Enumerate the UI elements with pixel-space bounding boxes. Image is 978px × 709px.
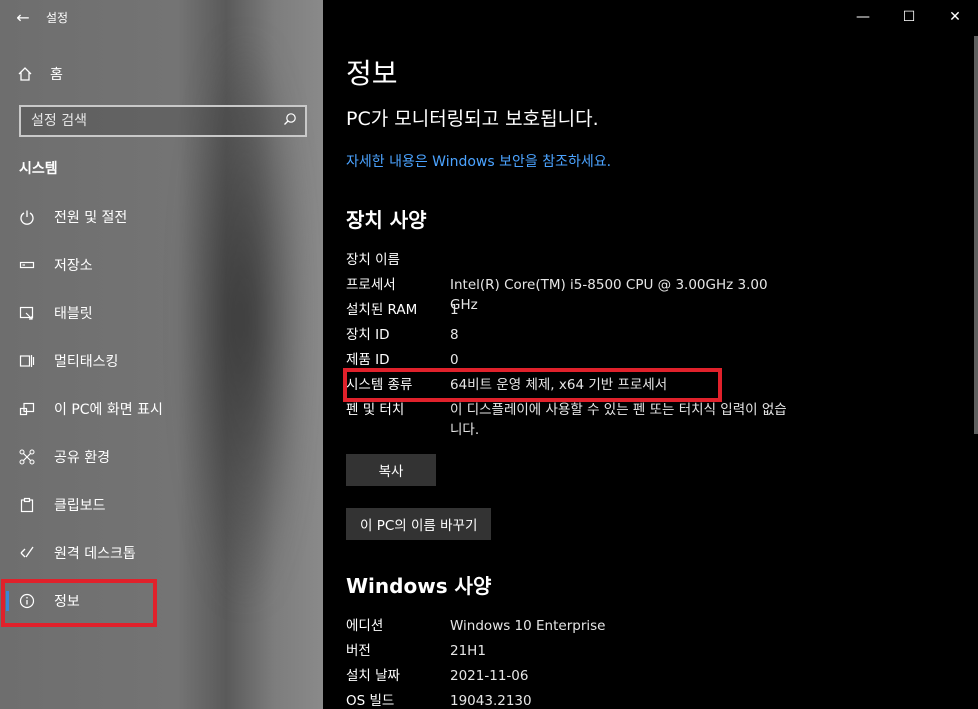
security-link[interactable]: 자세한 내용은 Windows 보안을 참조하세요.: [346, 151, 611, 171]
spec-label: 제품 ID: [346, 352, 390, 368]
spec-label: OS 빌드: [346, 693, 395, 709]
remote-desktop-icon: [0, 545, 54, 561]
sidebar-item-home[interactable]: 홈: [0, 56, 323, 92]
spec-row-install-date: 설치 날짜 2021-11-06: [346, 666, 946, 686]
spec-row-ram: 설치된 RAM 1: [346, 300, 946, 320]
spec-label: 설치 날짜: [346, 668, 400, 684]
protection-status: PC가 모니터링되고 보호됩니다.: [346, 108, 599, 130]
app-title: 설정: [46, 10, 69, 25]
sidebar-item-remote-desktop[interactable]: 원격 데스크톱: [0, 529, 323, 577]
rename-pc-button[interactable]: 이 PC의 이름 바꾸기: [346, 508, 492, 540]
spec-row-os-build: OS 빌드 19043.2130: [346, 691, 946, 709]
sidebar-item-label: 저장소: [54, 258, 93, 274]
spec-label: 펜 및 터치: [346, 402, 405, 418]
spec-row-pen-touch: 펜 및 터치 이 디스플레이에 사용할 수 있는 펜 또는 터치식 입력이 없습…: [346, 400, 946, 440]
windows-specs-header: Windows 사양: [346, 574, 492, 598]
sidebar-item-label: 전원 및 절전: [54, 210, 128, 226]
back-button[interactable]: ←: [0, 0, 46, 34]
sidebar-item-label: 멀티태스킹: [54, 354, 119, 370]
tablet-icon: [0, 305, 54, 321]
arrow-left-icon: ←: [16, 7, 30, 27]
spec-value: 8: [450, 327, 459, 343]
shared-experiences-icon: [0, 449, 54, 465]
page-title: 정보: [346, 57, 398, 90]
sidebar: ← 설정 홈 시스템 전원 및 절전 저장소: [0, 0, 323, 709]
copy-button[interactable]: 복사: [346, 454, 436, 486]
spec-row-device-id: 장치 ID 8: [346, 325, 946, 345]
spec-value: 21H1: [450, 643, 486, 659]
close-icon: ✕: [949, 9, 961, 25]
power-icon: [0, 209, 54, 225]
multitasking-icon: [0, 353, 54, 369]
clipboard-icon: [0, 497, 54, 513]
spec-row-product-id: 제품 ID 0: [346, 350, 946, 370]
spec-label: 버전: [346, 643, 371, 659]
storage-icon: [0, 257, 54, 273]
sidebar-item-power[interactable]: 전원 및 절전: [0, 193, 323, 241]
sidebar-nav-list: 전원 및 절전 저장소 태블릿 멀티태스킹 이 PC에 화면 표시 공유 환경 …: [0, 193, 323, 625]
spec-label: 장치 ID: [346, 327, 390, 343]
spec-value: 0: [450, 352, 459, 368]
sidebar-item-shared-experiences[interactable]: 공유 환경: [0, 433, 323, 481]
sidebar-item-tablet[interactable]: 태블릿: [0, 289, 323, 337]
home-icon: [0, 66, 50, 82]
maximize-button[interactable]: ☐: [886, 0, 932, 34]
highlight-box-about: [1, 579, 157, 627]
highlight-box-system-type: [343, 368, 722, 402]
search-icon[interactable]: [283, 112, 297, 130]
spec-value: 1: [450, 302, 459, 318]
sidebar-item-multitasking[interactable]: 멀티태스킹: [0, 337, 323, 385]
spec-row-edition: 에디션 Windows 10 Enterprise: [346, 616, 946, 636]
sidebar-item-project[interactable]: 이 PC에 화면 표시: [0, 385, 323, 433]
sidebar-item-label: 원격 데스크톱: [54, 546, 136, 562]
main-content: 정보 PC가 모니터링되고 보호됩니다. 자세한 내용은 Windows 보안을…: [323, 0, 978, 709]
sidebar-item-clipboard[interactable]: 클립보드: [0, 481, 323, 529]
close-button[interactable]: ✕: [932, 0, 978, 34]
spec-label: 에디션: [346, 618, 384, 634]
scrollbar[interactable]: [974, 36, 978, 434]
spec-label: 장치 이름: [346, 252, 400, 268]
minimize-button[interactable]: —: [840, 0, 886, 34]
spec-value: 이 디스플레이에 사용할 수 있는 펜 또는 터치식 입력이 없습니다.: [450, 402, 787, 438]
spec-label: 설치된 RAM: [346, 302, 418, 318]
spec-value: Windows 10 Enterprise: [450, 618, 606, 634]
spec-row-device-name: 장치 이름: [346, 250, 946, 270]
sidebar-item-label: 태블릿: [54, 306, 93, 322]
search-box[interactable]: [19, 105, 307, 137]
title-bar: ← 설정: [0, 0, 323, 34]
minimize-icon: —: [856, 9, 870, 25]
search-input[interactable]: [31, 113, 271, 129]
device-specs-header: 장치 사양: [346, 208, 427, 232]
sidebar-item-label: 클립보드: [54, 498, 106, 514]
spec-row-version: 버전 21H1: [346, 641, 946, 661]
sidebar-item-storage[interactable]: 저장소: [0, 241, 323, 289]
section-header-system: 시스템: [19, 161, 58, 177]
sidebar-item-label: 이 PC에 화면 표시: [54, 402, 163, 418]
maximize-icon: ☐: [902, 9, 916, 25]
spec-value: 19043.2130: [450, 693, 532, 709]
spec-value: 2021-11-06: [450, 668, 529, 684]
project-icon: [0, 401, 54, 417]
spec-value: [450, 250, 795, 270]
window-controls: — ☐ ✕: [840, 0, 978, 34]
sidebar-item-label: 홈: [50, 67, 63, 83]
sidebar-item-label: 공유 환경: [54, 450, 110, 466]
